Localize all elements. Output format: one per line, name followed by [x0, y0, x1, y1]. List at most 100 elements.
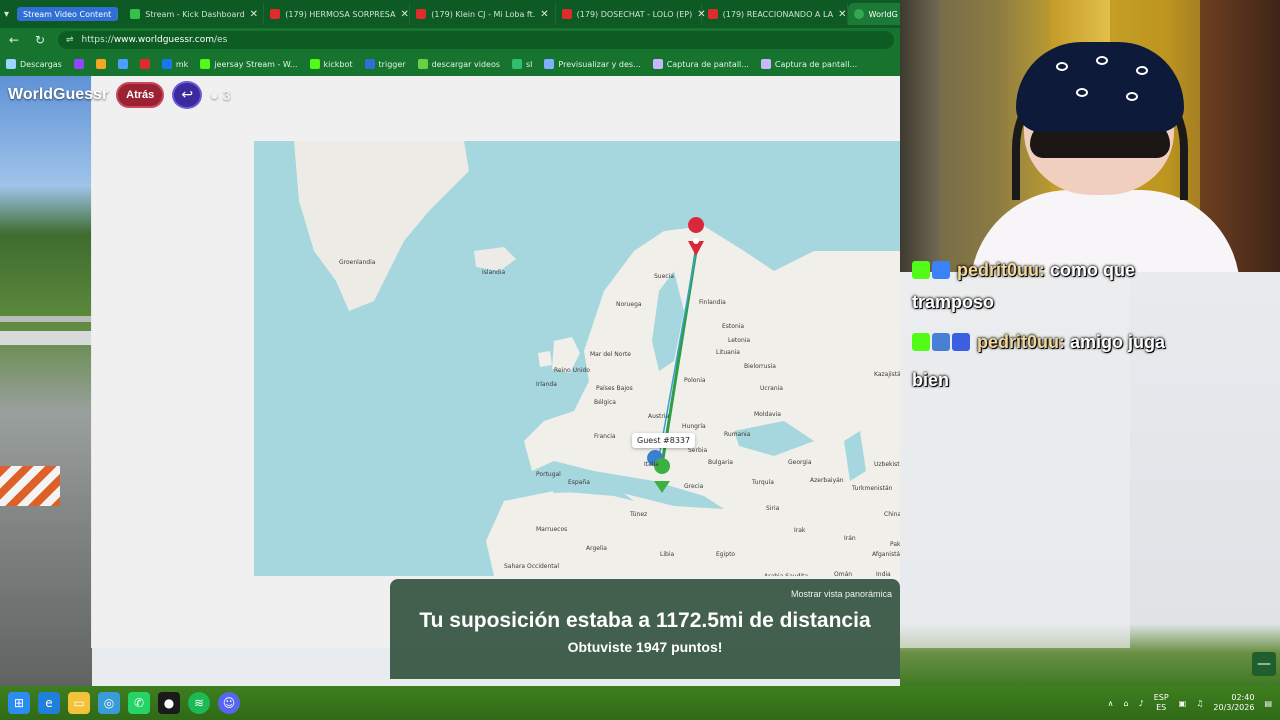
- app-icon[interactable]: ◎: [98, 692, 120, 714]
- bookmark-item[interactable]: [73, 59, 84, 69]
- chat-message-continuation: tramposo: [912, 292, 995, 312]
- map-country-label: Irlanda: [536, 381, 557, 388]
- tab-youtube-3[interactable]: (179) DOSECHAT - LOLO (EP) ✕: [556, 3, 706, 25]
- tab-title: WorldG: [868, 9, 898, 19]
- spotify-icon[interactable]: ≋: [188, 692, 210, 714]
- language-indicator[interactable]: ESP ES: [1154, 693, 1169, 713]
- controller-icon[interactable]: ⌂: [1124, 699, 1129, 708]
- bookmarks-bar: Descargas mk jeersay Stream - W... kickbot t…: [0, 52, 900, 76]
- notification-icon[interactable]: ▤: [1264, 699, 1272, 708]
- tab-youtube-1[interactable]: (179) HERMOSA SORPRESA ✕: [264, 3, 411, 25]
- close-tab-icon[interactable]: ✕: [838, 9, 846, 20]
- chat-username: pedrit0uu:: [977, 332, 1066, 352]
- file-explorer-icon[interactable]: ▭: [68, 692, 90, 714]
- tool-badge-icon: [932, 333, 950, 351]
- youtube-favicon-icon: [561, 9, 572, 19]
- bookmark-item[interactable]: Previsualizar y des...: [544, 59, 641, 69]
- map-country-label: Hungría: [682, 423, 706, 430]
- map-country-label: Portugal: [536, 471, 561, 478]
- windows-start-icon[interactable]: ⊞: [8, 692, 30, 714]
- bookmark-label: Previsualizar y des...: [558, 59, 641, 69]
- back-arrow-icon[interactable]: ←: [6, 33, 22, 47]
- return-arrow-icon[interactable]: ↩: [172, 81, 203, 109]
- bookmark-favicon-icon: [117, 59, 128, 69]
- clock[interactable]: 02:40 20/3/2026: [1213, 693, 1254, 713]
- close-tab-icon[interactable]: ✕: [401, 9, 409, 20]
- map-country-label: Países Bajos: [596, 385, 633, 392]
- show-panorama-link[interactable]: Mostrar vista panorámica: [791, 589, 892, 599]
- kick-badge-icon: [912, 333, 930, 351]
- worldguessr-page: WorldGuessr Atrás ↩ ● 3 Groenlandia Isla…: [0, 76, 900, 686]
- stream-chat-overlay: pedrit0uu: como que tramposo pedrit0uu: …: [900, 260, 1280, 402]
- bookmark-item[interactable]: [117, 59, 128, 69]
- bookmark-item[interactable]: [139, 59, 150, 69]
- bookmark-item[interactable]: mk: [161, 59, 188, 69]
- road-barrier-shape: [0, 466, 60, 506]
- url-text: https://www.worldguessr.com/es: [81, 35, 228, 45]
- obs-icon[interactable]: ●: [158, 692, 180, 714]
- map-land-svg: [294, 141, 900, 576]
- chat-text: como que: [1050, 260, 1136, 280]
- minimize-icon[interactable]: —: [1252, 652, 1276, 676]
- worldguessr-logo[interactable]: WorldGuessr: [8, 86, 108, 104]
- tab-youtube-2[interactable]: (179) Klein CJ - Mi Loba ft. ✕: [410, 3, 556, 25]
- bookmark-favicon-icon: [652, 59, 663, 69]
- whatsapp-icon[interactable]: ✆: [128, 692, 150, 714]
- map-country-label: Uzbekistán: [874, 461, 900, 468]
- result-map[interactable]: Groenlandia Islandia Suecia Finlandia Norueg…: [254, 141, 900, 576]
- volume-icon[interactable]: ♫: [1196, 699, 1203, 708]
- map-country-label: Letonia: [728, 337, 751, 344]
- bookmark-item[interactable]: trigger: [364, 59, 406, 69]
- tab-title: (179) HERMOSA SORPRESA: [285, 9, 396, 19]
- network-icon[interactable]: ▣: [1179, 699, 1187, 708]
- close-tab-icon[interactable]: ✕: [540, 9, 548, 20]
- bookmark-label: Captura de pantall...: [774, 59, 858, 69]
- tab-kick-dashboard[interactable]: Stream - Kick Dashboard ✕: [124, 3, 265, 25]
- bookmark-item[interactable]: Captura de pantall...: [652, 59, 749, 69]
- bookmark-item[interactable]: jeersay Stream - W...: [200, 59, 298, 69]
- url-field[interactable]: ⇌ https://www.worldguessr.com/es: [58, 31, 894, 49]
- map-country-label: Moldavia: [754, 411, 781, 418]
- map-country-label: Rumania: [724, 431, 751, 438]
- curtain-shape: [900, 0, 940, 272]
- discord-icon[interactable]: ☺: [218, 692, 240, 714]
- tab-youtube-4[interactable]: (179) REACCIONANDO A LA ✕: [702, 3, 848, 25]
- bookmark-item[interactable]: Descargas: [6, 59, 62, 69]
- clock-date: 20/3/2026: [1213, 703, 1255, 712]
- bookmark-label: kickbot: [323, 59, 353, 69]
- user-icon: ●: [210, 87, 219, 103]
- microphone-icon[interactable]: ♪: [1139, 699, 1144, 708]
- map-country-label: Arabia Saudita: [764, 573, 808, 576]
- bookmark-item[interactable]: Captura de pantall...: [760, 59, 858, 69]
- street-view-panorama[interactable]: [0, 76, 92, 686]
- atras-button[interactable]: Atrás: [116, 82, 165, 108]
- close-tab-icon[interactable]: ✕: [250, 9, 258, 20]
- webcam-feed: [900, 0, 1280, 272]
- tab-worldguessr[interactable]: WorldG: [847, 3, 900, 25]
- chat-username: pedrit0uu:: [957, 260, 1046, 280]
- youtube-favicon-icon: [270, 9, 281, 19]
- map-country-label: Groenlandia: [339, 259, 376, 266]
- map-country-label: Ucrania: [760, 385, 783, 392]
- tab-title: (179) Klein CJ - Mi Loba ft.: [431, 9, 536, 19]
- site-info-icon[interactable]: ⇌: [66, 35, 74, 45]
- bookmark-item[interactable]: kickbot: [309, 59, 353, 69]
- tab-group-label[interactable]: Stream Video Content: [17, 7, 119, 21]
- guess-distance-text: Tu suposición estaba a 1172.5mi de dista…: [419, 609, 871, 632]
- map-country-label: Mar del Norte: [590, 351, 631, 358]
- bookmark-item[interactable]: descargar videos: [417, 59, 500, 69]
- map-country-label: Bielorrusia: [744, 363, 776, 370]
- greenland-shape: [294, 141, 469, 311]
- bookmark-item[interactable]: sl: [512, 59, 532, 69]
- tab-search-chevron-icon[interactable]: ▾: [4, 4, 9, 24]
- edge-browser-icon[interactable]: e: [38, 692, 60, 714]
- map-country-label: Francia: [594, 433, 616, 440]
- chevron-up-icon[interactable]: ∧: [1108, 699, 1114, 708]
- map-country-label: Noruega: [616, 301, 642, 308]
- map-country-label: Bélgica: [594, 399, 616, 406]
- bookmark-label: trigger: [378, 59, 406, 69]
- map-country-label: Georgia: [788, 459, 812, 466]
- reload-icon[interactable]: ↻: [32, 33, 48, 47]
- lang-region: ES: [1156, 703, 1167, 712]
- bookmark-item[interactable]: [95, 59, 106, 69]
